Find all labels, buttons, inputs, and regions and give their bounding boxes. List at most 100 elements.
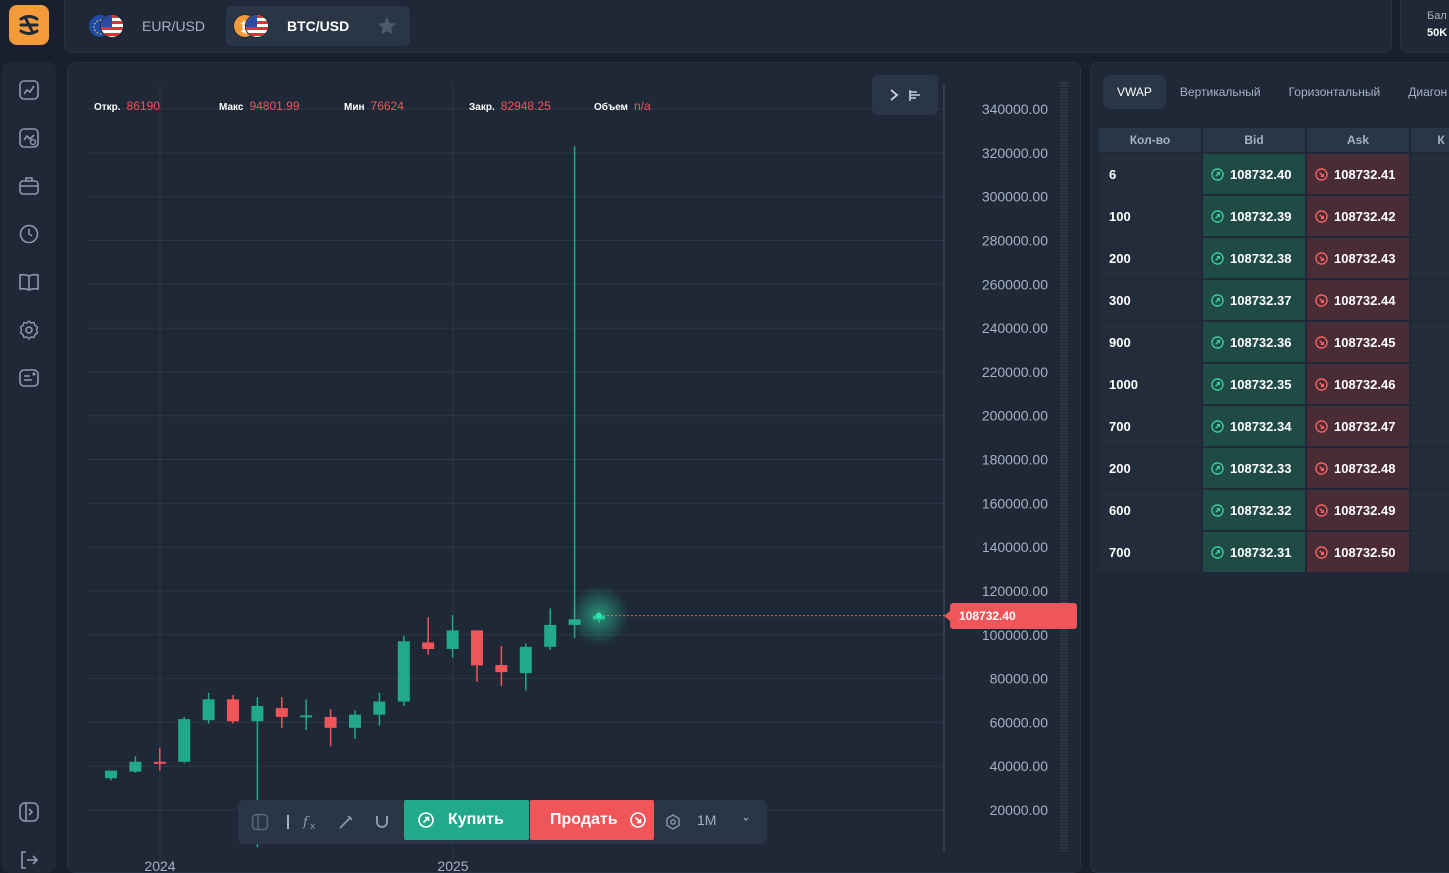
svg-text:f: f bbox=[302, 815, 310, 830]
row-bid[interactable]: 108732.38 bbox=[1203, 238, 1305, 278]
row-qty: 100 bbox=[1099, 196, 1201, 236]
tab-vwap[interactable]: VWAP bbox=[1103, 75, 1166, 109]
candle-body bbox=[178, 719, 191, 762]
arrow-up-right-icon bbox=[1211, 503, 1224, 517]
sell-button[interactable]: Продать bbox=[530, 800, 654, 840]
chevron-down-icon[interactable] bbox=[741, 814, 751, 824]
row-bid[interactable]: 108732.40 bbox=[1203, 154, 1305, 194]
y-tick-label: 300000.00 bbox=[982, 189, 1048, 205]
row-bid[interactable]: 108732.35 bbox=[1203, 364, 1305, 404]
sell-label: Продать bbox=[550, 811, 618, 828]
row-bid[interactable]: 108732.36 bbox=[1203, 322, 1305, 362]
y-tick-label: 220000.00 bbox=[982, 364, 1048, 380]
ask-price: 108732.46 bbox=[1334, 376, 1396, 392]
analytics-icon[interactable] bbox=[17, 126, 41, 150]
balance-label: Бал bbox=[1427, 10, 1447, 22]
timeframe-selector[interactable]: 1M bbox=[697, 812, 716, 828]
news-icon[interactable] bbox=[17, 366, 41, 390]
bid-price: 108732.38 bbox=[1230, 250, 1292, 266]
arrow-down-right-icon bbox=[1315, 293, 1328, 307]
ask-price: 108732.44 bbox=[1334, 292, 1396, 308]
arrow-up-right-icon bbox=[1211, 545, 1224, 559]
candle-body bbox=[129, 761, 142, 772]
candle-body bbox=[275, 708, 288, 717]
arrow-down-right-icon bbox=[1315, 503, 1328, 517]
row-ask[interactable]: 108732.50 bbox=[1307, 532, 1409, 572]
briefcase-icon[interactable] bbox=[17, 174, 41, 198]
tab-eur-usd[interactable]: EUR/USD bbox=[81, 6, 226, 46]
tab-vertical[interactable]: Вертикальный bbox=[1166, 75, 1275, 109]
orderbook-tabs: VWAP Вертикальный Горизонтальный Диагон bbox=[1103, 75, 1449, 109]
x-tick-label: 2025 bbox=[437, 858, 468, 873]
row-bid[interactable]: 108732.39 bbox=[1203, 196, 1305, 236]
tab-btc-usd[interactable]: ₿ BTC/USD bbox=[226, 6, 410, 46]
arrow-down-right-icon bbox=[1315, 209, 1328, 223]
btc-usd-flags: ₿ bbox=[233, 13, 273, 39]
candle-body bbox=[471, 630, 483, 666]
orderbook-icon bbox=[909, 90, 920, 101]
row-extra bbox=[1411, 364, 1449, 404]
balance-widget[interactable]: Бал 50K bbox=[1400, 0, 1449, 53]
row-ask[interactable]: 108732.45 bbox=[1307, 322, 1409, 362]
ask-price: 108732.48 bbox=[1334, 460, 1396, 476]
logout-icon[interactable] bbox=[17, 848, 41, 872]
left-sidebar bbox=[2, 62, 56, 873]
current-price-tag: 108732.40 bbox=[944, 602, 1077, 629]
chart-panel[interactable]: 340000.00 320000.00 300000.00 280000.00 2600… bbox=[67, 62, 1081, 873]
top-bar: EUR/USD ₿ BTC/USD bbox=[64, 0, 1392, 53]
row-bid[interactable]: 108732.34 bbox=[1203, 406, 1305, 446]
logo-icon bbox=[19, 15, 39, 35]
clock-icon[interactable] bbox=[17, 222, 41, 246]
row-ask[interactable]: 108732.44 bbox=[1307, 280, 1409, 320]
indicators-fx-icon[interactable]: fx bbox=[300, 812, 320, 832]
drawing-tool-icon[interactable] bbox=[336, 812, 356, 832]
row-bid[interactable]: 108732.32 bbox=[1203, 490, 1305, 530]
row-ask[interactable]: 108732.47 bbox=[1307, 406, 1409, 446]
chart-settings-icon[interactable] bbox=[663, 812, 683, 832]
tab-label: EUR/USD bbox=[142, 18, 206, 34]
header-qty: Кол-во bbox=[1099, 128, 1201, 152]
row-ask[interactable]: 108732.46 bbox=[1307, 364, 1409, 404]
y-tick-label: 140000.00 bbox=[982, 539, 1048, 555]
y-tick-label: 260000.00 bbox=[982, 276, 1048, 292]
ohlc-high: Макс 94801.99 bbox=[219, 99, 300, 113]
x-tick-label: 2024 bbox=[144, 858, 175, 873]
buy-button[interactable]: Купить bbox=[404, 800, 529, 840]
ask-price: 108732.49 bbox=[1334, 502, 1396, 518]
row-bid[interactable]: 108732.31 bbox=[1203, 532, 1305, 572]
row-ask[interactable]: 108732.49 bbox=[1307, 490, 1409, 530]
layout-icon[interactable] bbox=[250, 812, 270, 832]
eur-usd-flags bbox=[88, 13, 128, 39]
row-bid[interactable]: 108732.33 bbox=[1203, 448, 1305, 488]
orderbook-row: 300 108732.37 108732.44 bbox=[1099, 280, 1449, 320]
row-ask[interactable]: 108732.42 bbox=[1307, 196, 1409, 236]
arrow-up-right-icon bbox=[1211, 251, 1224, 265]
app-logo[interactable] bbox=[9, 5, 49, 45]
ohlc-close: Закр. 82948.25 bbox=[469, 99, 551, 113]
tab-diagonal[interactable]: Диагон bbox=[1394, 75, 1449, 109]
bid-price: 108732.37 bbox=[1230, 292, 1292, 308]
candlestick-chart[interactable]: 340000.00 320000.00 300000.00 280000.00 2600… bbox=[68, 63, 1081, 873]
orderbook-row: 700 108732.34 108732.47 bbox=[1099, 406, 1449, 446]
book-icon[interactable] bbox=[17, 270, 41, 294]
tab-horizontal[interactable]: Горизонтальный bbox=[1275, 75, 1395, 109]
magnet-icon[interactable] bbox=[372, 812, 392, 832]
row-extra bbox=[1411, 448, 1449, 488]
favorite-star-icon[interactable] bbox=[376, 15, 398, 37]
play-icon[interactable] bbox=[17, 800, 41, 824]
row-bid[interactable]: 108732.37 bbox=[1203, 280, 1305, 320]
orderbook-row: 6 108732.40 108732.41 bbox=[1099, 154, 1449, 194]
settings-icon[interactable] bbox=[17, 318, 41, 342]
candle-body bbox=[495, 665, 508, 673]
arrow-up-right-icon bbox=[1211, 293, 1224, 307]
candle-body bbox=[153, 761, 166, 764]
arrow-down-right-icon bbox=[1315, 461, 1328, 475]
row-extra bbox=[1411, 322, 1449, 362]
chart-icon[interactable] bbox=[17, 78, 41, 102]
row-ask[interactable]: 108732.48 bbox=[1307, 448, 1409, 488]
orderbook-panel: VWAP Вертикальный Горизонтальный Диагон … bbox=[1090, 62, 1449, 873]
header-k: К bbox=[1411, 128, 1449, 152]
expand-panel-button[interactable] bbox=[872, 75, 938, 115]
row-ask[interactable]: 108732.43 bbox=[1307, 238, 1409, 278]
row-ask[interactable]: 108732.41 bbox=[1307, 154, 1409, 194]
